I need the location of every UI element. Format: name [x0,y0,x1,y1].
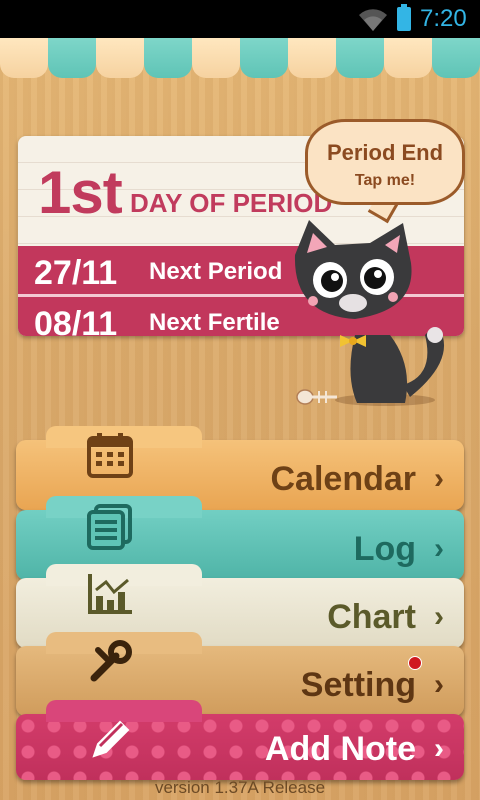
notification-dot [408,656,422,670]
wifi-icon [359,9,387,31]
clock: 7:20 [420,5,467,32]
status-bar: 7:20 [0,0,480,38]
cat-mascot-icon[interactable] [285,215,455,415]
period-end-bubble[interactable]: Period End Tap me! [305,119,465,205]
chevron-right-icon: › [434,732,444,765]
next-fertile-label: Next Fertile [149,309,280,336]
log-label: Log [353,530,416,568]
bubble-subtitle: Tap me! [354,172,416,189]
next-period-label: Next Period [149,258,283,285]
calendar-icon [87,433,133,478]
chevron-right-icon: › [434,532,444,565]
chart-label: Chart [327,598,416,636]
chevron-right-icon: › [434,668,444,701]
pencil-icon [92,720,130,758]
period-day-number: 1st [38,159,123,226]
fishbone-icon [296,389,337,405]
next-period-date: 27/11 [34,254,118,292]
calendar-label: Calendar [270,460,417,498]
log-icon [87,504,132,550]
chart-icon [88,574,132,614]
wrench-icon [90,640,132,682]
add-note-label: Add Note [264,730,416,768]
chevron-right-icon: › [434,600,444,633]
add-note-menu-item[interactable]: Add Note › [16,700,464,780]
next-fertile-date: 08/11 [34,305,118,336]
bubble-title: Period End [326,140,444,165]
version-text: version 1.37A Release [154,778,326,797]
chevron-right-icon: › [434,462,444,495]
awning [0,38,480,82]
battery-icon [397,4,411,31]
setting-label: Setting [300,666,416,704]
